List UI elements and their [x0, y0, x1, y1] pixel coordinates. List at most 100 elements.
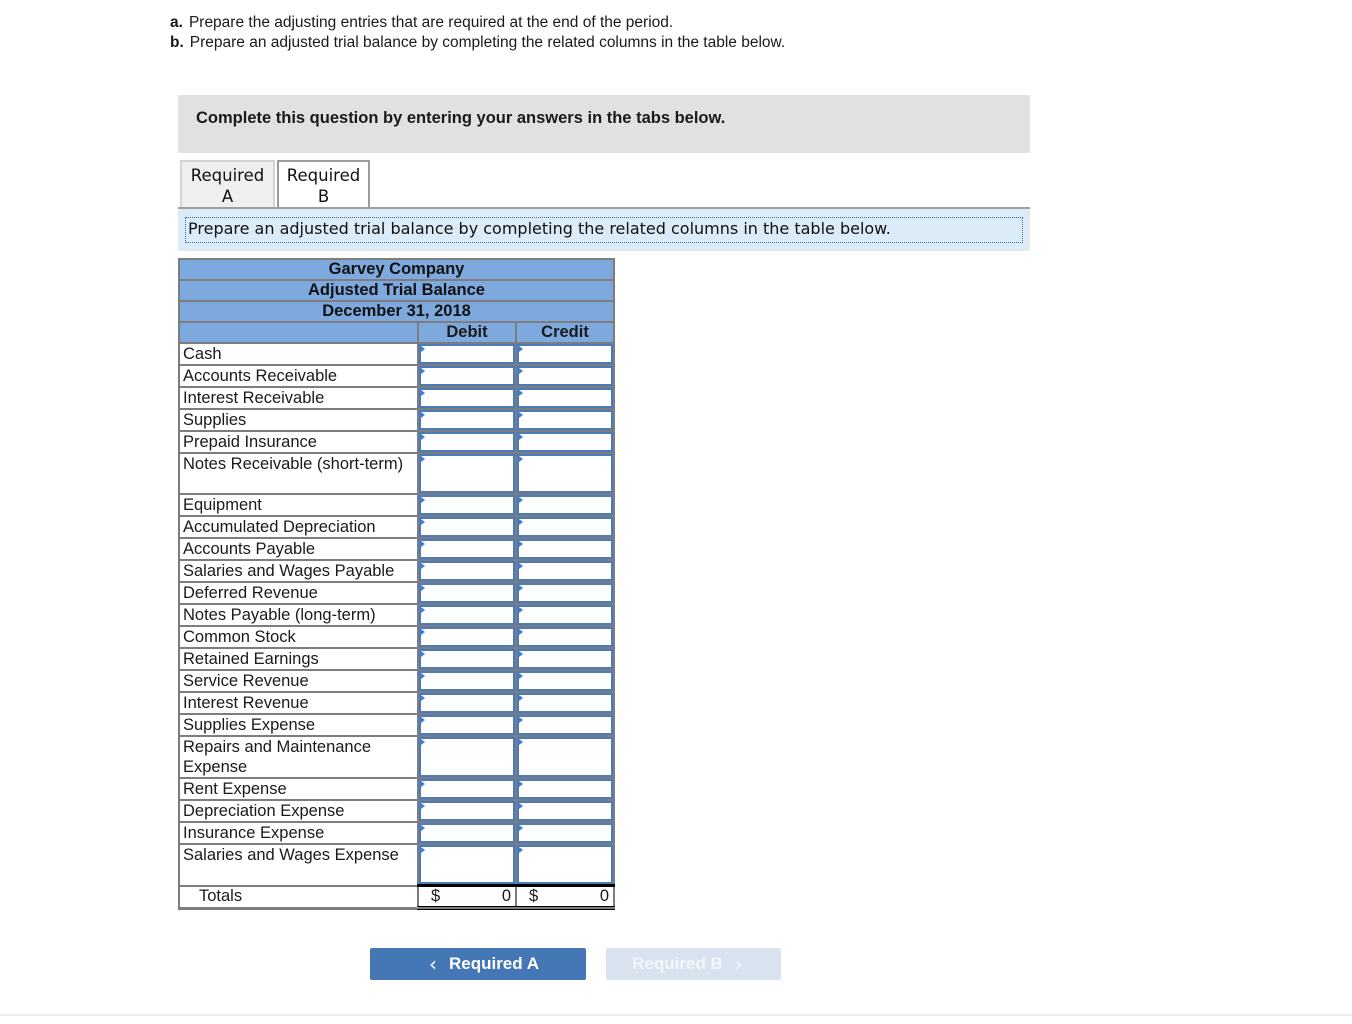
credit-cell [515, 342, 615, 366]
debit-cell [417, 493, 517, 517]
credit-input[interactable] [517, 801, 613, 821]
debit-input[interactable] [419, 539, 515, 559]
credit-cell [515, 537, 615, 561]
cell-marker-icon [421, 585, 425, 591]
account-row: Insurance Expense [178, 821, 615, 845]
debit-cell [417, 777, 517, 801]
account-row: Supplies [178, 408, 615, 432]
currency-symbol: $ [529, 887, 539, 905]
cell-marker-icon [519, 368, 523, 374]
credit-input[interactable] [517, 715, 613, 735]
credit-input[interactable] [517, 779, 613, 799]
cell-marker-icon [519, 825, 523, 831]
debit-cell [417, 430, 517, 454]
credit-input[interactable] [517, 454, 613, 493]
tab-required-a[interactable]: Required A [180, 160, 275, 208]
debit-input[interactable] [419, 561, 515, 581]
credit-input[interactable] [517, 583, 613, 603]
next-required-b-button[interactable]: Required B › [606, 948, 781, 980]
cell-marker-icon [519, 673, 523, 679]
credit-cell [515, 647, 615, 671]
debit-input[interactable] [419, 388, 515, 408]
account-row: Depreciation Expense [178, 799, 615, 823]
credit-input[interactable] [517, 671, 613, 691]
footer-divider [0, 1014, 1352, 1016]
debit-input[interactable] [419, 845, 515, 884]
account-name: Notes Payable (long-term) [178, 603, 419, 627]
credit-input[interactable] [517, 737, 613, 777]
debit-cell [417, 452, 517, 495]
account-name: Rent Expense [178, 777, 419, 801]
credit-input[interactable] [517, 649, 613, 669]
cell-marker-icon [421, 368, 425, 374]
cell-marker-icon [519, 390, 523, 396]
account-row: Interest Receivable [178, 386, 615, 410]
cell-marker-icon [519, 781, 523, 787]
credit-input[interactable] [517, 366, 613, 386]
credit-input[interactable] [517, 495, 613, 515]
account-name: Accounts Receivable [178, 364, 419, 388]
debit-input[interactable] [419, 823, 515, 843]
debit-cell [417, 603, 517, 627]
debit-cell [417, 821, 517, 845]
credit-cell [515, 408, 615, 432]
cell-marker-icon [519, 412, 523, 418]
debit-input[interactable] [419, 801, 515, 821]
credit-cell [515, 691, 615, 715]
instructions-banner: Complete this question by entering your … [178, 95, 1030, 153]
credit-input[interactable] [517, 388, 613, 408]
debit-input[interactable] [419, 779, 515, 799]
cell-marker-icon [519, 434, 523, 440]
credit-cell [515, 669, 615, 693]
credit-input[interactable] [517, 627, 613, 647]
credit-cell [515, 603, 615, 627]
debit-input[interactable] [419, 410, 515, 430]
credit-input[interactable] [517, 561, 613, 581]
account-row: Salaries and Wages Expense [178, 843, 615, 887]
account-row: Deferred Revenue [178, 581, 615, 605]
debit-input[interactable] [419, 737, 515, 777]
credit-input[interactable] [517, 845, 613, 884]
account-row: Equipment [178, 493, 615, 517]
credit-input[interactable] [517, 539, 613, 559]
debit-cell [417, 713, 517, 737]
credit-input[interactable] [517, 432, 613, 452]
tab-required-b[interactable]: Required B [277, 160, 370, 210]
debit-input[interactable] [419, 495, 515, 515]
cell-marker-icon [421, 695, 425, 701]
credit-input[interactable] [517, 605, 613, 625]
debit-input[interactable] [419, 583, 515, 603]
account-name: Equipment [178, 493, 419, 517]
question-prompt: Prepare an adjusted trial balance by com… [178, 209, 1030, 251]
credit-input[interactable] [517, 693, 613, 713]
debit-input[interactable] [419, 649, 515, 669]
debit-cell [417, 408, 517, 432]
cell-marker-icon [421, 412, 425, 418]
cell-marker-icon [421, 456, 425, 462]
cell-marker-icon [421, 629, 425, 635]
debit-input[interactable] [419, 517, 515, 537]
account-name: Deferred Revenue [178, 581, 419, 605]
cell-marker-icon [519, 519, 523, 525]
cell-marker-icon [519, 739, 523, 745]
debit-input[interactable] [419, 671, 515, 691]
credit-input[interactable] [517, 410, 613, 430]
debit-input[interactable] [419, 715, 515, 735]
debit-input[interactable] [419, 693, 515, 713]
instruction-a: a. Prepare the adjusting entries that are… [170, 14, 674, 31]
debit-input[interactable] [419, 432, 515, 452]
account-name: Salaries and Wages Expense [178, 843, 419, 887]
debit-input[interactable] [419, 627, 515, 647]
debit-input[interactable] [419, 344, 515, 364]
credit-input[interactable] [517, 823, 613, 843]
debit-input[interactable] [419, 454, 515, 493]
prev-required-a-button[interactable]: ‹ Required A [370, 948, 586, 980]
credit-input[interactable] [517, 517, 613, 537]
cell-marker-icon [421, 847, 425, 853]
account-name: Repairs and Maintenance Expense [178, 735, 419, 779]
totals-label: Totals [178, 884, 419, 909]
debit-input[interactable] [419, 366, 515, 386]
debit-input[interactable] [419, 605, 515, 625]
account-row: Notes Receivable (short-term) [178, 452, 615, 495]
credit-input[interactable] [517, 344, 613, 364]
